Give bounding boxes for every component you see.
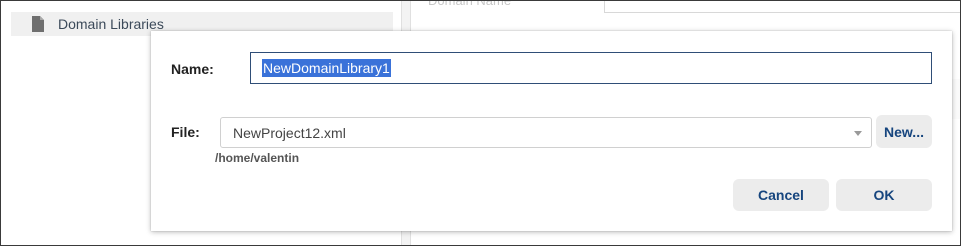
file-icon <box>31 16 45 32</box>
tree-item-label: Domain Libraries <box>58 16 164 32</box>
chevron-down-icon[interactable] <box>854 131 862 136</box>
name-label: Name: <box>171 61 214 77</box>
new-domain-library-dialog: Name: NewDomainLibrary1 File: NewProject… <box>151 31 952 231</box>
header-underline <box>604 12 960 13</box>
column-header: Domain Name <box>428 0 512 8</box>
ok-button[interactable]: OK <box>836 179 932 211</box>
cancel-button[interactable]: Cancel <box>733 179 829 211</box>
new-file-button[interactable]: New... <box>876 115 932 148</box>
file-path: /home/valentin <box>215 151 300 165</box>
file-select-value: NewProject12.xml <box>233 124 346 141</box>
file-select[interactable]: NewProject12.xml <box>220 117 872 148</box>
app-frame: Domain Libraries Domain Name Name: NewDo… <box>0 0 961 246</box>
file-label: File: <box>171 124 200 140</box>
name-input-selected-text: NewDomainLibrary1 <box>262 59 391 77</box>
name-input[interactable]: NewDomainLibrary1 <box>250 52 932 84</box>
